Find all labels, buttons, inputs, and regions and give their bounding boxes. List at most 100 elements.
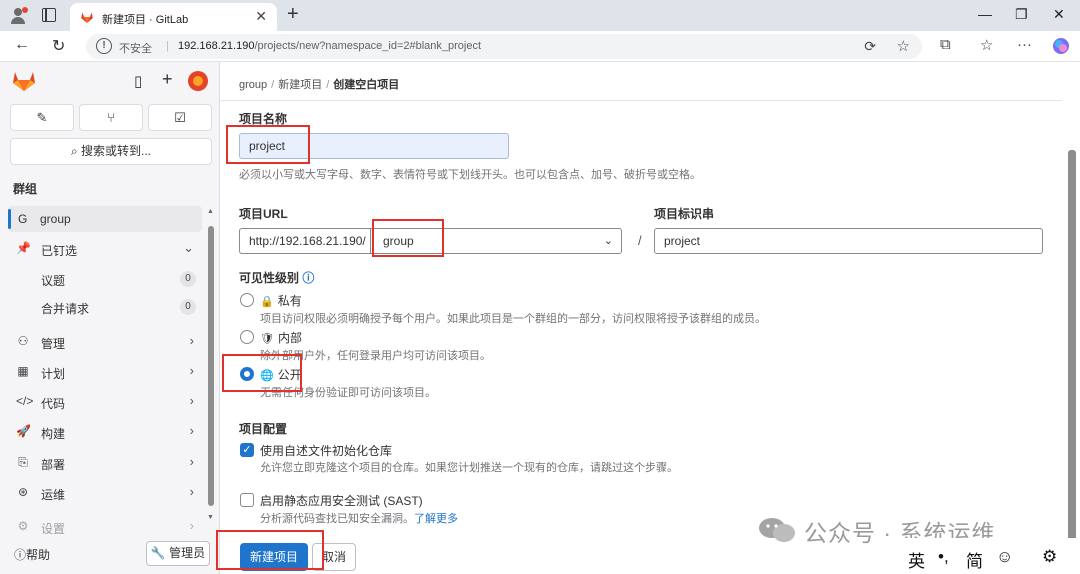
new-tab-icon[interactable]: + [287, 3, 299, 26]
sidebar-item-operate[interactable]: ⊛ 运维 › [8, 480, 202, 506]
breadcrumb-item[interactable]: group [239, 79, 267, 91]
operate-icon: ⊛ [17, 485, 29, 499]
chevron-right-icon: › [189, 393, 194, 408]
ime-lang[interactable]: 英 [908, 547, 925, 572]
tab-actions-icon[interactable] [42, 8, 56, 22]
insecure-label: 不安全 [119, 43, 152, 55]
breadcrumb-current: 创建空白项目 [333, 79, 400, 91]
help-circle-icon[interactable]: ⓘ [302, 271, 314, 285]
restore-icon[interactable]: ❐ [1015, 6, 1028, 23]
create-new-icon[interactable]: + [162, 69, 173, 90]
group-avatar: G [18, 212, 28, 226]
sast-checkbox[interactable] [240, 493, 254, 507]
project-config-label: 项目配置 [239, 422, 288, 436]
url-field[interactable]: ! 不安全 | 192.168.21.190/projects/new?name… [86, 34, 922, 59]
breadcrumb-item[interactable]: 新建项目 [278, 79, 322, 91]
visibility-internal-radio[interactable] [240, 330, 254, 344]
visibility-label: 可见性级别 ⓘ [239, 271, 315, 285]
sidebar-item-group[interactable]: G group [8, 206, 202, 232]
sidebar-toggle-icon[interactable]: ▯ [134, 72, 142, 90]
copilot-icon[interactable] [1052, 37, 1070, 55]
count-badge: 0 [180, 299, 196, 315]
project-name-help: 必须以小写或大写字母、数字、表情符号或下划线开头。也可以包含点、加号、破折号或空… [239, 169, 701, 181]
merge-requests-button[interactable]: ⑂ [79, 104, 143, 131]
sidebar-item-code[interactable]: </> 代码 › [8, 389, 202, 415]
tab-title: 新建项目 · GitLab [102, 14, 189, 26]
main-content: group / 新建项目 / 创建空白项目 项目名称 project 必须以小写或大写字… [220, 62, 1080, 574]
sidebar-item-plan[interactable]: ▦ 计划 › [8, 359, 202, 385]
back-icon[interactable]: ← [14, 36, 30, 54]
admin-icon: 🔧 [150, 546, 170, 560]
learn-more-link[interactable]: 了解更多 [414, 513, 458, 525]
project-url-label: 项目URL [239, 207, 288, 221]
chevron-right-icon: › [189, 363, 194, 378]
ime-mode[interactable]: 简 [966, 547, 983, 572]
translate-icon[interactable]: ⟳ [864, 38, 876, 55]
sidebar-item-issues[interactable]: 议题 0 [8, 266, 202, 292]
todo-icon: ☑ [174, 110, 186, 125]
project-url-prefix: http://192.168.21.190/ [239, 228, 370, 254]
reload-icon[interactable]: ↻ [52, 36, 65, 56]
sidebar-item-build[interactable]: 🚀 构建 › [8, 419, 202, 445]
minimize-icon[interactable]: — [978, 6, 992, 22]
ime-toolbar: 英 •, 简 ☺ ⚙ [896, 538, 1080, 574]
browser-tab[interactable]: 新建项目 · GitLab ✕ [70, 3, 277, 31]
sidebar-item-pinned[interactable]: 📌 已钉选 ⌄ [8, 236, 202, 262]
url-text: 192.168.21.190/projects/new?namespace_id… [178, 40, 482, 52]
main-scrollbar[interactable] [1068, 150, 1076, 550]
project-slug-field[interactable]: project [654, 228, 1043, 254]
sidebar-item-label: 已钉选 [41, 244, 78, 258]
emoji-icon[interactable]: ☺ [996, 547, 1013, 567]
tab-close-icon[interactable]: ✕ [255, 8, 267, 25]
user-avatar[interactable] [188, 71, 208, 91]
breadcrumb: group / 新建项目 / 创建空白项目 [239, 79, 400, 91]
plan-icon: ▦ [17, 364, 29, 378]
sidebar-item-label: 代码 [41, 397, 66, 411]
visibility-private-radio[interactable] [240, 293, 254, 307]
visibility-private-label[interactable]: 🔒 私有 [260, 292, 302, 309]
ime-punct[interactable]: •, [938, 547, 949, 567]
chevron-right-icon: › [189, 423, 194, 438]
code-icon: </> [16, 394, 34, 408]
sidebar: ▯ + ✎ ⑂ ☑ ⌕ 搜索或转到... 群组 G group 📌 已钉选 ⌄ … [0, 62, 220, 574]
favorite-star-icon[interactable]: ☆ [897, 37, 910, 55]
gitlab-logo-icon[interactable] [12, 70, 36, 92]
init-readme-checkbox[interactable]: ✓ [240, 443, 254, 457]
address-bar: ← ↻ ! 不安全 | 192.168.21.190/projects/new?… [0, 31, 1080, 62]
sast-desc: 分析源代码查找已知安全漏洞。了解更多 [260, 513, 458, 525]
window-close-icon[interactable]: ✕ [1053, 6, 1065, 23]
project-slug-label: 项目标识串 [654, 207, 715, 221]
sidebar-item-manage[interactable]: ⚇ 管理 › [8, 329, 202, 355]
sidebar-scrollbar[interactable]: ▲ ▼ [207, 208, 215, 524]
visibility-private-desc: 项目访问权限必须明确授予每个用户。如果此项目是一个群组的一部分，访问权限将授予该… [260, 313, 766, 325]
merge-request-icon: ⑂ [107, 110, 115, 125]
manage-icon: ⚇ [17, 334, 29, 348]
assigned-issues-button[interactable]: ✎ [10, 104, 74, 131]
settings-gear-icon[interactable]: ⚙ [1042, 547, 1057, 567]
sidebar-item-merge-requests[interactable]: 合并请求 0 [8, 294, 202, 320]
extensions-icon[interactable]: ⧉ [940, 36, 951, 53]
todo-button[interactable]: ☑ [148, 104, 212, 131]
sidebar-item-label: 计划 [41, 367, 66, 381]
chevron-right-icon: › [189, 454, 194, 469]
profile-icon[interactable] [8, 6, 28, 26]
search-button[interactable]: ⌕ 搜索或转到... [10, 138, 212, 165]
admin-button[interactable]: 🔧 管理员 [146, 541, 210, 566]
sidebar-item-label: 构建 [41, 427, 66, 441]
favorites-icon[interactable]: ☆ [980, 36, 993, 54]
more-icon[interactable]: ··· [1017, 36, 1032, 53]
visibility-internal-label[interactable]: 🛡 内部 [260, 329, 302, 346]
chevron-right-icon: › [189, 484, 194, 499]
chevron-right-icon: › [189, 518, 194, 533]
gitlab-favicon-icon [81, 12, 93, 23]
help-button[interactable]: ⓘ帮助 [14, 546, 50, 563]
init-readme-desc: 允许您立即克隆这个项目的仓库。如果您计划推送一个现有的仓库，请跳过这个步骤。 [260, 462, 678, 474]
url-separator: / [638, 233, 642, 248]
sidebar-item-deploy[interactable]: ⎘ 部署 › [8, 450, 202, 476]
highlight-box [226, 125, 310, 164]
sast-label[interactable]: 启用静态应用安全测试 (SAST) [260, 492, 423, 509]
help-icon: ⓘ [14, 548, 27, 562]
sidebar-item-label: 管理 [41, 337, 66, 351]
init-readme-label[interactable]: 使用自述文件初始化仓库 [260, 442, 392, 459]
build-icon: 🚀 [16, 424, 31, 438]
